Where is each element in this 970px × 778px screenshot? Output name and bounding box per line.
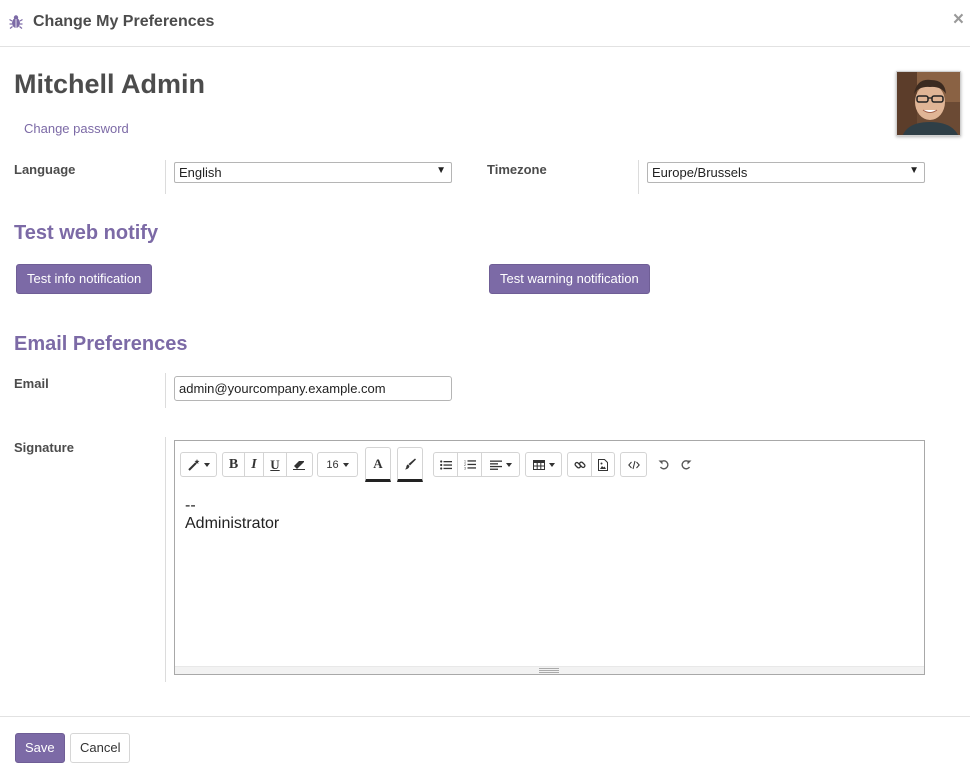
signature-line: Administrator: [185, 515, 280, 532]
timezone-select[interactable]: Europe/Brussels ▼: [647, 162, 925, 183]
highlight-brush-icon: [405, 458, 416, 469]
font-color-button[interactable]: A: [365, 447, 391, 482]
table-button[interactable]: [526, 453, 561, 476]
email-preferences-title: Email Preferences: [14, 333, 188, 355]
paragraph-group: 1 2 3: [433, 452, 520, 477]
save-button[interactable]: Save: [15, 733, 65, 763]
table-icon: [532, 459, 545, 470]
highlight-button[interactable]: [397, 447, 423, 482]
chevron-down-icon: ▼: [436, 165, 446, 176]
eraser-button[interactable]: [287, 453, 311, 476]
svg-text:3: 3: [464, 467, 466, 471]
chevron-down-icon: [342, 462, 349, 467]
align-icon: [489, 460, 502, 470]
dialog-header: Change My Preferences ×: [0, 0, 970, 47]
italic-button[interactable]: I: [245, 453, 264, 476]
chevron-down-icon: [548, 462, 555, 467]
language-label: Language: [14, 162, 76, 177]
link-icon: [573, 460, 586, 469]
numbered-list-icon: 1 2 3: [464, 460, 476, 471]
field-divider: [165, 160, 166, 194]
language-select[interactable]: English ▼: [174, 162, 452, 183]
magic-wand-button[interactable]: [181, 453, 216, 476]
code-view-icon: [627, 460, 640, 469]
dialog-title: Change My Preferences: [33, 13, 215, 30]
language-value: English: [179, 165, 222, 180]
dialog-footer: [0, 716, 970, 778]
font-size-dropdown[interactable]: 16: [317, 452, 358, 477]
font-size-value: 16: [326, 458, 339, 471]
user-name: Mitchell Admin: [14, 69, 206, 99]
timezone-label: Timezone: [487, 162, 547, 177]
undo-icon: [658, 460, 669, 470]
chevron-down-icon: [505, 462, 512, 467]
change-password-link[interactable]: Change password: [24, 121, 129, 136]
field-divider: [165, 373, 166, 408]
bug-icon: [9, 15, 23, 29]
bold-icon: B: [228, 456, 239, 472]
link-button[interactable]: [568, 453, 592, 476]
signature-editor[interactable]: B I U 16 A 1 2 3 -- Administrator: [174, 440, 925, 675]
test-web-notify-title: Test web notify: [14, 222, 159, 244]
italic-icon: I: [251, 456, 257, 472]
email-input[interactable]: [174, 376, 452, 401]
redo-icon: [680, 460, 691, 470]
underline-icon: U: [270, 456, 280, 472]
signature-line: --: [185, 497, 196, 514]
undo-button[interactable]: [655, 452, 671, 477]
editor-content[interactable]: -- Administrator: [185, 497, 279, 533]
underline-button[interactable]: U: [264, 453, 287, 476]
avatar-image: [897, 72, 960, 135]
chevron-down-icon: [203, 462, 210, 467]
avatar[interactable]: [896, 71, 961, 136]
insert-group: [567, 452, 615, 477]
field-divider: [165, 437, 166, 682]
test-info-notification-button[interactable]: Test info notification: [16, 264, 153, 294]
numbered-list-button[interactable]: 1 2 3: [458, 453, 482, 476]
code-view-button[interactable]: [621, 453, 646, 476]
image-icon: [598, 458, 608, 471]
align-dropdown-button[interactable]: [482, 453, 519, 476]
field-divider: [638, 160, 639, 194]
close-button[interactable]: ×: [953, 9, 964, 31]
bullet-list-button[interactable]: [434, 453, 458, 476]
code-view-group: [620, 452, 647, 477]
test-warning-notification-button[interactable]: Test warning notification: [489, 264, 650, 294]
magic-wand-icon: [187, 458, 199, 471]
editor-resize-handle[interactable]: [175, 666, 924, 674]
email-label: Email: [14, 376, 49, 391]
image-button[interactable]: [592, 453, 614, 476]
cancel-button[interactable]: Cancel: [70, 733, 131, 763]
font-color-icon: A: [373, 455, 383, 471]
table-dropdown[interactable]: [525, 452, 562, 477]
bold-button[interactable]: B: [223, 453, 245, 476]
redo-button[interactable]: [678, 452, 694, 477]
bullet-list-icon: [439, 459, 452, 470]
chevron-down-icon: ▼: [909, 165, 919, 176]
style-dropdown[interactable]: [180, 452, 217, 477]
grip-icon: [539, 668, 559, 673]
eraser-icon: [293, 460, 305, 470]
font-size-button[interactable]: 16: [318, 453, 357, 476]
signature-label: Signature: [14, 440, 74, 455]
timezone-value: Europe/Brussels: [652, 165, 748, 180]
text-format-group: B I U: [222, 452, 313, 477]
